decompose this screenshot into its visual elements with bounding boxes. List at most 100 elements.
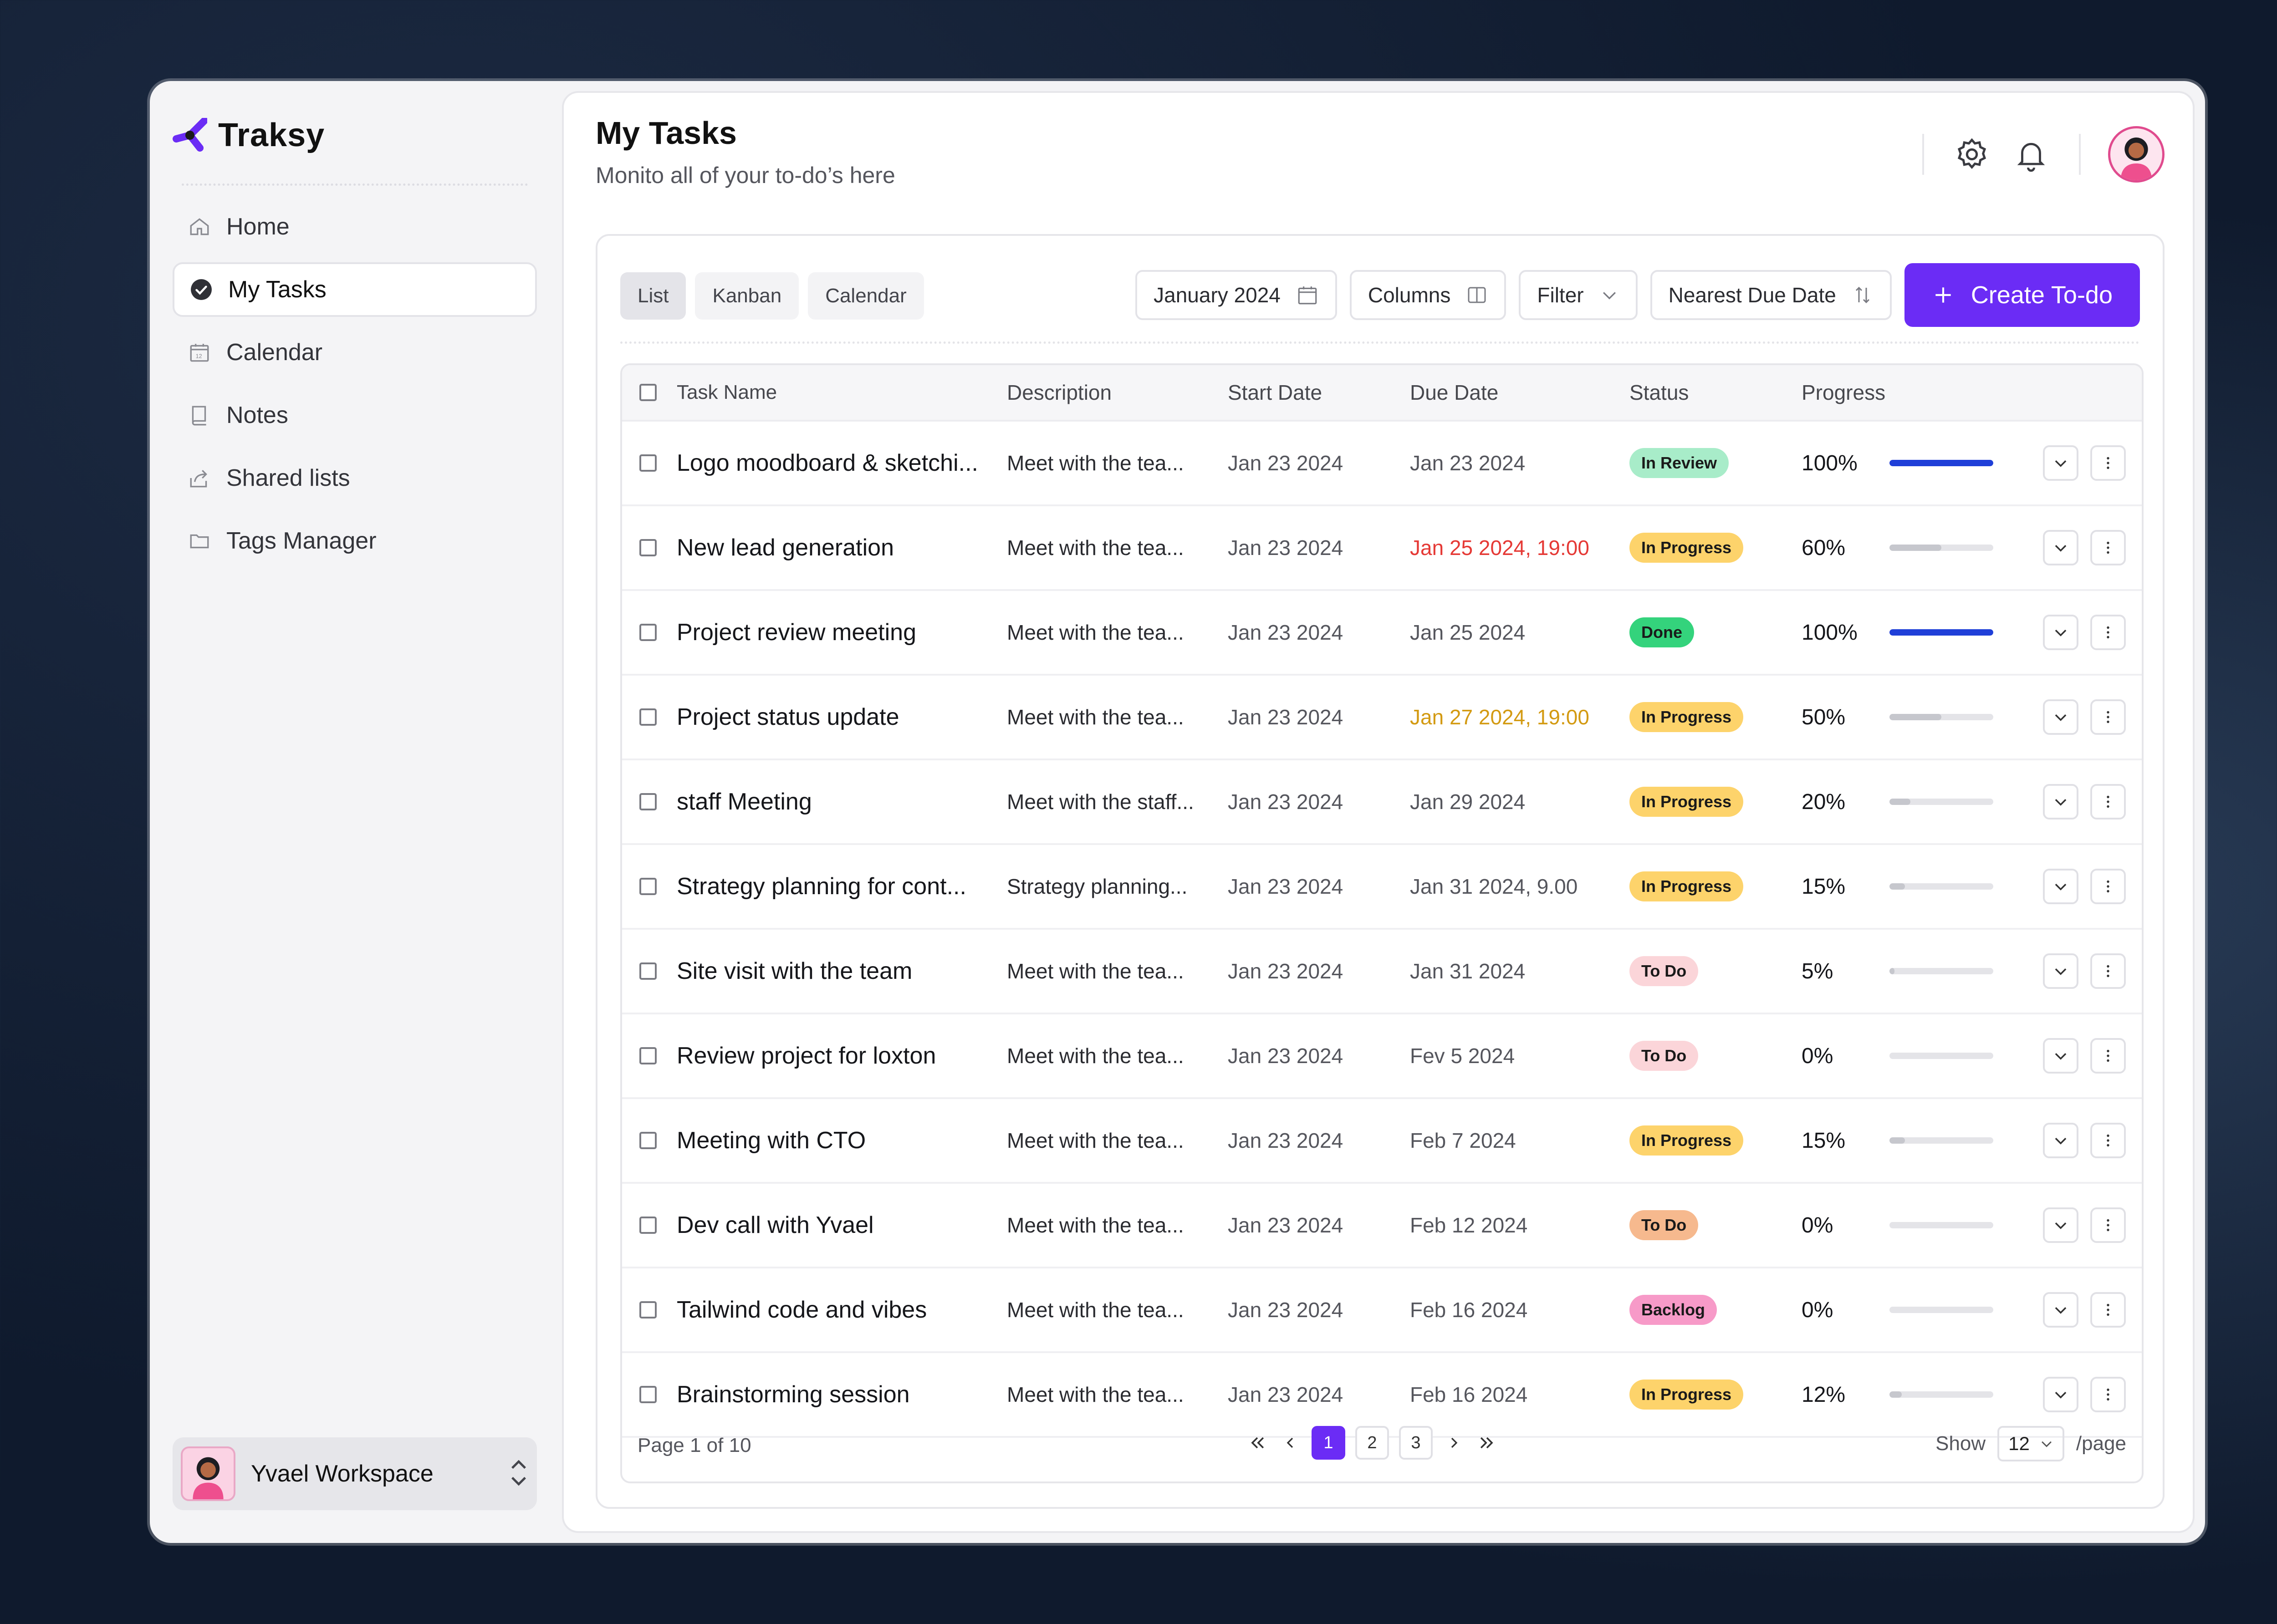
table-row[interactable]: staff Meeting Meet with the staff... Jan 2… (622, 760, 2142, 845)
table-row[interactable]: Tailwind code and vibes Meet with the tea… (622, 1268, 2142, 1353)
task-description: Meet with the tea... (1007, 621, 1184, 644)
expand-row-button[interactable] (2043, 869, 2078, 904)
row-menu-button[interactable] (2090, 1377, 2126, 1412)
page-size-select[interactable]: 12 (1997, 1426, 2064, 1461)
expand-row-button[interactable] (2043, 530, 2078, 565)
row-checkbox[interactable] (639, 1184, 657, 1267)
row-menu-button[interactable] (2090, 699, 2126, 735)
tab-kanban[interactable]: Kanban (695, 272, 799, 320)
row-checkbox[interactable] (639, 506, 657, 589)
filter-button[interactable]: Filter (1519, 270, 1638, 320)
table-row[interactable]: New lead generation Meet with the tea... J… (622, 506, 2142, 591)
task-due-date: Jan 31 2024 (1410, 959, 1526, 983)
row-menu-button[interactable] (2090, 445, 2126, 481)
task-start-date: Jan 23 2024 (1228, 536, 1343, 560)
create-todo-button[interactable]: Create To-do (1904, 263, 2140, 327)
table-row[interactable]: Project review meeting Meet with the tea.… (622, 591, 2142, 676)
progress-bar (1889, 629, 1993, 636)
table-row[interactable]: Meeting with CTO Meet with the tea... Jan … (622, 1099, 2142, 1184)
sort-button[interactable]: Nearest Due Date (1650, 270, 1892, 320)
row-checkbox[interactable] (639, 1014, 657, 1097)
expand-row-button[interactable] (2043, 615, 2078, 650)
row-menu-button[interactable] (2090, 615, 2126, 650)
header-status[interactable]: Status (1629, 365, 1689, 420)
row-checkbox[interactable] (639, 1268, 657, 1351)
row-checkbox[interactable] (639, 591, 657, 674)
page-button-1[interactable]: 1 (1312, 1426, 1345, 1460)
sidebar-item-label: Tags Manager (226, 528, 377, 554)
last-page-button[interactable] (1475, 1426, 1498, 1460)
header-due-date[interactable]: Due Date (1410, 365, 1498, 420)
sidebar-item-home[interactable]: Home (173, 199, 537, 254)
page-button-2[interactable]: 2 (1355, 1426, 1389, 1460)
row-checkbox[interactable] (639, 760, 657, 843)
tab-calendar[interactable]: Calendar (808, 272, 924, 320)
page-button-3[interactable]: 3 (1399, 1426, 1433, 1460)
row-checkbox[interactable] (639, 676, 657, 759)
tab-list[interactable]: List (620, 272, 686, 320)
columns-button[interactable]: Columns (1349, 270, 1506, 320)
user-avatar[interactable] (2108, 126, 2165, 183)
per-page-suffix: /page (2076, 1432, 2126, 1455)
header-progress[interactable]: Progress (1802, 365, 1885, 420)
row-menu-button[interactable] (2090, 1123, 2126, 1158)
sidebar-item-my-tasks[interactable]: My Tasks (173, 262, 537, 317)
row-checkbox[interactable] (639, 930, 657, 1013)
sidebar-item-calendar[interactable]: 12 Calendar (173, 325, 537, 380)
row-checkbox[interactable] (639, 1099, 657, 1182)
task-start-date: Jan 23 2024 (1228, 621, 1343, 644)
table-row[interactable]: Dev call with Yvael Meet with the tea... J… (622, 1184, 2142, 1268)
month-picker[interactable]: January 2024 (1135, 270, 1337, 320)
sidebar-item-label: Home (226, 214, 290, 240)
progress-bar-fill (1889, 1137, 1905, 1144)
table-row[interactable]: Logo moodboard & sketchi... Meet with the… (622, 422, 2142, 506)
pagination: 1 2 3 (1246, 1426, 1498, 1460)
expand-row-button[interactable] (2043, 445, 2078, 481)
next-page-button[interactable] (1443, 1426, 1465, 1460)
expand-row-button[interactable] (2043, 1123, 2078, 1158)
task-due-date: Jan 27 2024, 19:00 (1410, 705, 1589, 729)
header-task-name[interactable]: Task Name (677, 365, 777, 420)
expand-row-button[interactable] (2043, 1377, 2078, 1412)
expand-row-button[interactable] (2043, 1292, 2078, 1328)
row-menu-button[interactable] (2090, 784, 2126, 820)
select-all-checkbox[interactable] (639, 365, 657, 420)
row-checkbox[interactable] (639, 845, 657, 928)
more-vertical-icon (2107, 457, 2109, 469)
workspace-switcher[interactable]: Yvael Workspace (173, 1437, 537, 1510)
prev-page-button[interactable] (1279, 1426, 1302, 1460)
sidebar-item-shared-lists[interactable]: Shared lists (173, 451, 537, 505)
expand-row-button[interactable] (2043, 1038, 2078, 1074)
status-cell: To Do (1629, 1014, 1699, 1097)
traksy-logo-icon (173, 118, 207, 152)
row-checkbox[interactable] (639, 422, 657, 504)
toolbar-divider (620, 341, 2140, 344)
row-menu-button[interactable] (2090, 530, 2126, 565)
sidebar-item-notes[interactable]: Notes (173, 388, 537, 443)
table-row[interactable]: Review project for loxton Meet with the t… (622, 1014, 2142, 1099)
app-logo[interactable]: Traksy (173, 117, 325, 154)
chevron-down-icon (1603, 292, 1616, 300)
table-row[interactable]: Site visit with the team Meet with the te… (622, 930, 2142, 1014)
notifications-button[interactable] (2001, 125, 2061, 184)
row-menu-button[interactable] (2090, 1292, 2126, 1328)
header-start-date[interactable]: Start Date (1228, 365, 1322, 420)
header-description[interactable]: Description (1007, 365, 1112, 420)
first-page-button[interactable] (1246, 1426, 1269, 1460)
row-menu-button[interactable] (2090, 1207, 2126, 1243)
chevron-down-icon (2055, 968, 2067, 975)
task-name: Project review meeting (677, 619, 916, 646)
table-row[interactable]: Strategy planning for cont... Strategy pl… (622, 845, 2142, 930)
sidebar-item-tags-manager[interactable]: Tags Manager (173, 514, 537, 568)
expand-row-button[interactable] (2043, 1207, 2078, 1243)
expand-row-button[interactable] (2043, 699, 2078, 735)
expand-row-button[interactable] (2043, 953, 2078, 989)
settings-button[interactable] (1942, 125, 2001, 184)
status-cell: In Review (1629, 422, 1729, 504)
task-due-date: Jan 25 2024 (1410, 621, 1526, 644)
expand-row-button[interactable] (2043, 784, 2078, 820)
row-menu-button[interactable] (2090, 953, 2126, 989)
table-row[interactable]: Project status update Meet with the tea..… (622, 676, 2142, 760)
row-menu-button[interactable] (2090, 869, 2126, 904)
row-menu-button[interactable] (2090, 1038, 2126, 1074)
